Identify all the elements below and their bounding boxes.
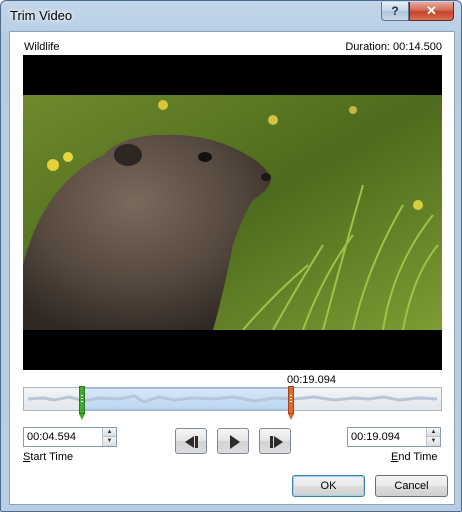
title-bar[interactable]: Trim Video ? ✕ [1,1,461,31]
start-time-label: Start Time [23,451,74,463]
spin-down-icon[interactable]: ▼ [103,437,116,446]
end-time-value[interactable]: 00:19.094 [351,431,400,443]
trim-timeline[interactable] [23,386,442,420]
video-frame-image [23,95,442,330]
end-time-label: End Time [391,451,438,463]
previous-frame-icon [185,436,198,448]
close-button[interactable]: ✕ [409,2,454,21]
video-name: Wildlife [24,41,60,53]
duration-label: Duration: 00:14.500 [345,41,442,53]
trim-video-dialog: Trim Video ? ✕ Wildlife Duration: 00:14.… [0,0,462,512]
spin-up-icon[interactable]: ▲ [103,428,116,437]
spin-down-icon[interactable]: ▼ [427,437,440,446]
end-time-spinner[interactable]: 00:19.094 ▲ ▼ [347,427,441,447]
next-frame-button[interactable] [259,428,291,454]
dialog-body: Wildlife Duration: 00:14.500 00:19.094 0… [9,31,455,505]
end-trim-handle[interactable] [287,386,294,420]
start-time-spin-buttons: ▲ ▼ [102,428,116,446]
play-icon [230,435,240,449]
previous-frame-button[interactable] [175,428,207,454]
video-preview[interactable] [23,55,442,370]
start-trim-handle[interactable] [79,386,86,420]
start-time-value[interactable]: 00:04.594 [27,431,76,443]
spin-up-icon[interactable]: ▲ [427,428,440,437]
end-time-spin-buttons: ▲ ▼ [426,428,440,446]
next-frame-icon [270,436,283,448]
help-button[interactable]: ? [381,2,409,21]
start-time-spinner[interactable]: 00:04.594 ▲ ▼ [23,427,117,447]
ok-button[interactable]: OK [292,475,365,497]
play-button[interactable] [217,428,249,454]
window-title: Trim Video [10,8,73,23]
cancel-button[interactable]: Cancel [375,475,448,497]
audio-waveform [27,394,438,404]
current-position-time: 00:19.094 [287,374,336,386]
